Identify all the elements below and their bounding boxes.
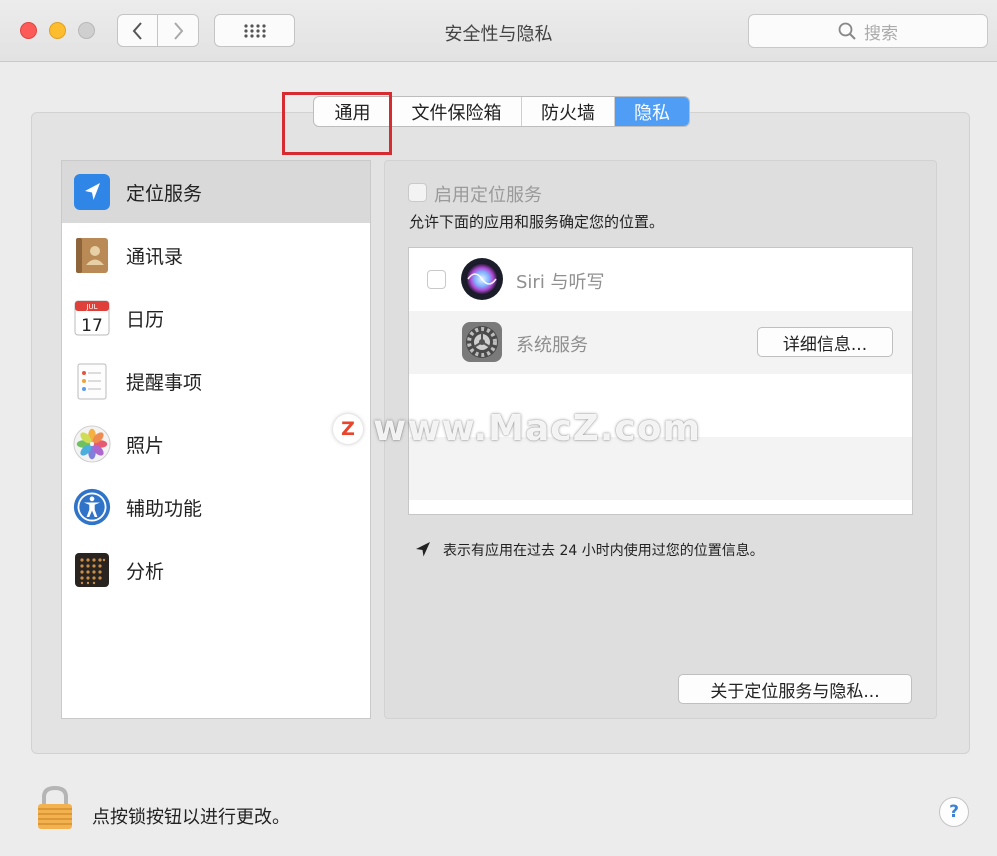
reminders-icon (73, 362, 111, 400)
location-legend-text: 表示有应用在过去 24 小时内使用过您的位置信息。 (443, 543, 764, 559)
highlight-box (282, 92, 392, 155)
sidebar-item-label: 定位服务 (126, 182, 203, 205)
details-button[interactable]: 详细信息... (757, 327, 893, 357)
watermark-text: www.MacZ.com (373, 408, 701, 449)
help-icon: ? (949, 802, 959, 822)
lock-hint-text: 点按锁按钮以进行更改。 (92, 807, 290, 828)
sidebar-item-reminders[interactable]: 提醒事项 (62, 350, 370, 412)
sidebar-item-label: 照片 (126, 434, 165, 457)
sidebar-item-accessibility[interactable]: 辅助功能 (62, 476, 370, 538)
tab-filevault[interactable]: 文件保险箱 (392, 97, 522, 126)
contacts-icon (73, 236, 111, 274)
sidebar-item-calendar[interactable]: JUL 17 日历 (62, 287, 370, 349)
photos-icon (73, 425, 111, 463)
lock-icon[interactable] (36, 785, 74, 835)
sidebar-item-analytics[interactable]: 分析 (62, 539, 370, 601)
siri-icon (460, 257, 504, 305)
enable-location-label: 启用定位服务 (434, 185, 542, 206)
sidebar-item-contacts[interactable]: 通讯录 (62, 224, 370, 286)
sidebar-item-label: 通讯录 (126, 245, 184, 268)
calendar-icon: JUL 17 (73, 299, 111, 337)
location-description: 允许下面的应用和服务确定您的位置。 (409, 213, 665, 231)
accessibility-icon (73, 488, 111, 526)
about-location-privacy-button[interactable]: 关于定位服务与隐私... (678, 674, 912, 704)
help-button[interactable]: ? (939, 797, 969, 827)
siri-location-checkbox[interactable] (427, 270, 446, 289)
sidebar-item-location-services[interactable]: 定位服务 (62, 161, 370, 223)
sidebar-item-label: 辅助功能 (126, 497, 203, 520)
system-services-label: 系统服务 (516, 335, 588, 356)
sidebar-item-label: 日历 (126, 308, 165, 331)
sidebar-item-label: 提醒事项 (126, 371, 203, 394)
search-field[interactable]: 搜索 (748, 14, 988, 48)
watermark: Z www.MacZ.com (333, 408, 701, 449)
tab-firewall[interactable]: 防火墙 (522, 97, 615, 126)
system-preferences-icon (460, 321, 504, 367)
enable-location-checkbox[interactable] (408, 183, 427, 202)
watermark-badge: Z (333, 413, 363, 444)
search-icon (838, 22, 856, 40)
sidebar-item-photos[interactable]: 照片 (62, 413, 370, 475)
privacy-category-list[interactable]: 定位服务 通讯录 JUL 17 日历 提醒事项 照片 辅助功能 分析 (61, 160, 371, 719)
analytics-icon (73, 551, 111, 589)
location-arrow-legend-icon (414, 540, 432, 562)
sidebar-item-label: 分析 (126, 560, 165, 583)
calendar-icon-day: 17 (81, 316, 103, 336)
tab-privacy[interactable]: 隐私 (615, 97, 689, 126)
calendar-icon-month: JUL (85, 303, 97, 311)
siri-label: Siri 与听写 (516, 272, 605, 293)
location-arrow-icon (73, 173, 111, 211)
search-placeholder: 搜索 (864, 23, 898, 44)
title-bar: 安全性与隐私 搜索 (0, 0, 997, 62)
